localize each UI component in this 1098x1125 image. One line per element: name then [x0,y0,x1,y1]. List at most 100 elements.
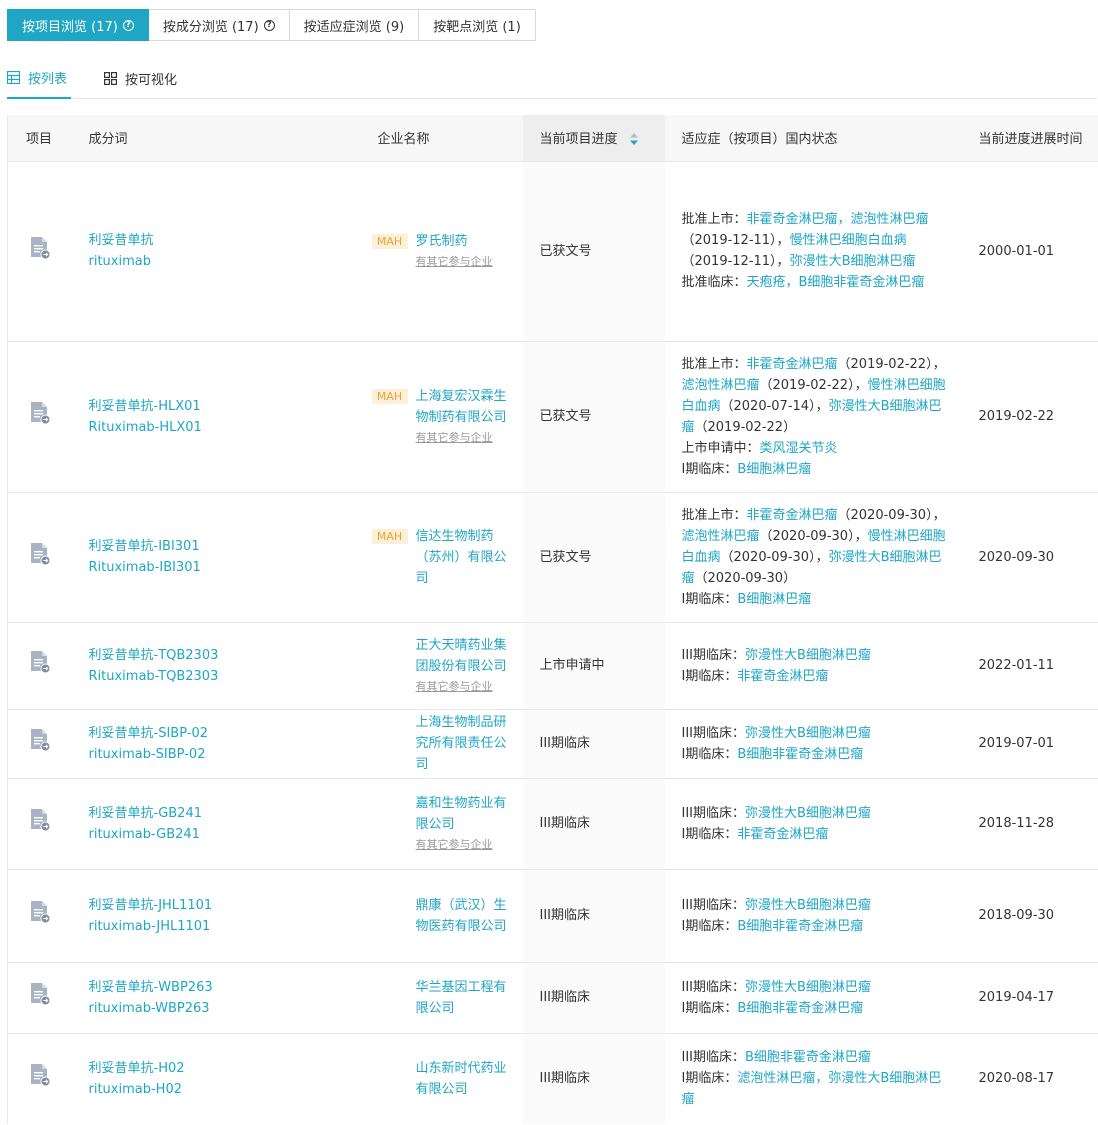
indication-link[interactable]: 非霍奇金淋巴瘤 [737,827,828,842]
ingredient-name-cn[interactable]: 利妥昔单抗-HLX01 [89,396,366,417]
ingredient-cell: 利妥昔单抗-H02 rituximab-H02 [70,1032,366,1124]
document-icon[interactable] [29,808,51,832]
indication-link[interactable]: 非霍奇金淋巴瘤 [747,508,838,523]
other-companies-link[interactable]: 有其它参与企业 [416,252,515,271]
company-link[interactable]: 鼎康（武汉）生物医药有限公司 [416,898,507,934]
indication-text: III期临床： [681,805,746,821]
ingredient-name-en[interactable]: Rituximab-IBI301 [89,557,366,578]
indication-link[interactable]: 弥漫性大B细胞淋巴瘤 [745,898,871,913]
indication-link[interactable]: 弥漫性大B细胞淋巴瘤 [745,980,871,995]
indication-link[interactable]: 弥漫性大B细胞淋巴瘤 [790,254,916,269]
company-text: 信达生物制药（苏州）有限公司 [416,526,515,589]
indication-link[interactable]: 天疱疮，B细胞非霍奇金淋巴瘤 [747,275,925,290]
ingredient-name-en[interactable]: rituximab-H02 [89,1079,366,1100]
company-link[interactable]: 上海复宏汉霖生物制药有限公司 [416,389,507,425]
ingredient-name-en[interactable]: rituximab-JHL1101 [89,916,366,937]
ingredient-name-cn[interactable]: 利妥昔单抗-H02 [89,1058,366,1079]
indication-link[interactable]: B细胞非霍奇金淋巴瘤 [737,919,863,934]
indication-link[interactable]: 非霍奇金淋巴瘤 [737,669,828,684]
document-icon[interactable] [29,542,51,566]
browse-tab-0[interactable]: 按项目浏览 (17)? [7,9,149,41]
tab-visual-view-label: 按可视化 [125,73,178,88]
ingredient-name-cn[interactable]: 利妥昔单抗-JHL1101 [89,895,366,916]
ingredient-name-en[interactable]: rituximab [89,251,366,272]
company-link[interactable]: 嘉和生物药业有限公司 [416,796,507,832]
document-icon[interactable] [29,650,51,674]
indication-text: （2019-12-11）， [681,254,790,269]
indication-text: （2019-02-22）， [759,377,868,393]
company-cell-content: 嘉和生物药业有限公司有其它参与企业 [372,793,515,854]
other-companies-link[interactable]: 有其它参与企业 [416,428,515,447]
company-cell: 山东新时代药业有限公司 [365,1032,523,1124]
browse-tab-1[interactable]: 按成分浏览 (17)? [148,9,290,41]
document-icon[interactable] [29,900,51,924]
header-indication: 适应症（按项目）国内状态 [664,115,963,161]
company-link[interactable]: 山东新时代药业有限公司 [416,1061,507,1097]
company-link[interactable]: 华兰基因工程有限公司 [416,980,507,1016]
document-icon[interactable] [29,401,51,425]
indication-link[interactable]: B细胞非霍奇金淋巴瘤 [745,1050,871,1065]
company-link[interactable]: 上海生物制品研究所有限责任公司 [416,715,507,772]
indication-link[interactable]: 滤泡性淋巴瘤 [682,378,760,393]
document-icon[interactable] [29,982,51,1006]
indication-text: III期临床： [681,1050,746,1066]
ingredient-name-cn[interactable]: 利妥昔单抗-IBI301 [89,536,366,557]
indication-link[interactable]: 非霍奇金淋巴瘤，滤泡性淋巴瘤 [747,212,929,227]
indication-link[interactable]: B细胞淋巴瘤 [737,462,811,477]
other-companies-link[interactable]: 有其它参与企业 [416,677,515,696]
company-cell-content: MAH 信达生物制药（苏州）有限公司 [371,526,515,589]
progress-date-cell: 2019-04-17 [962,961,1098,1033]
company-link[interactable]: 信达生物制药（苏州）有限公司 [416,529,507,586]
browse-tab-label: 按成分浏览 (17) [162,19,259,35]
ingredient-name-cn[interactable]: 利妥昔单抗-SIBP-02 [89,723,366,744]
document-icon[interactable] [29,236,51,260]
help-circle-icon[interactable]: ? [122,19,134,31]
project-cell [7,491,71,622]
indication-link[interactable]: 非霍奇金淋巴瘤 [747,357,838,372]
ingredient-name-cn[interactable]: 利妥昔单抗-WBP263 [89,977,366,998]
browse-tab-3[interactable]: 按靶点浏览 (1) [419,9,536,41]
tab-visual-view[interactable]: 按可视化 [104,58,177,99]
ingredient-name-en[interactable]: Rituximab-HLX01 [89,417,366,438]
indication-link[interactable]: 滤泡性淋巴瘤 [682,529,760,544]
ingredient-name-cn[interactable]: 利妥昔单抗 [89,230,366,251]
indication-link[interactable]: 弥漫性大B细胞淋巴瘤 [745,648,871,663]
indication-link[interactable]: 弥漫性大B细胞淋巴瘤 [745,806,871,821]
indication-link[interactable]: 慢性淋巴细胞白血病 [790,233,907,248]
sort-icon[interactable] [629,133,638,146]
mah-badge: MAH [371,234,408,249]
header-progress[interactable]: 当前项目进度 [522,115,665,161]
company-link[interactable]: 正大天晴药业集团股份有限公司 [416,638,507,674]
ingredient-name-en[interactable]: Rituximab-TQB2303 [89,666,366,687]
progress-date-cell: 2018-11-28 [962,777,1098,869]
indication-text: （2019-12-11）， [681,233,790,248]
company-link[interactable]: 罗氏制药 [416,234,468,249]
indication-link[interactable]: B细胞非霍奇金淋巴瘤 [737,747,863,762]
indication-link[interactable]: B细胞淋巴瘤 [737,592,811,607]
company-cell-content: 正大天晴药业集团股份有限公司有其它参与企业 [372,635,515,696]
indication-line: 批准上市：非霍奇金淋巴瘤，滤泡性淋巴瘤 （2019-12-11），慢性淋巴细胞白血… [682,209,947,272]
ingredient-name-cn[interactable]: 利妥昔单抗-GB241 [89,803,366,824]
progress-date-cell: 2019-07-01 [962,708,1098,778]
indication-text: I期临床： [681,826,738,842]
indication-link[interactable]: 弥漫性大B细胞淋巴瘤 [745,726,871,741]
ingredient-name-en[interactable]: rituximab-SIBP-02 [89,744,366,765]
project-cell [7,868,71,962]
indication-line: III期临床：弥漫性大B细胞淋巴瘤 [682,645,947,666]
indication-cell: 批准上市：非霍奇金淋巴瘤，滤泡性淋巴瘤 （2019-12-11），慢性淋巴细胞白血… [664,160,963,341]
browse-tab-label: 按靶点浏览 (1) [433,19,521,35]
indication-link[interactable]: B细胞非霍奇金淋巴瘤 [737,1001,863,1016]
progress-cell: III期临床 [522,777,665,869]
help-circle-icon[interactable]: ? [263,19,275,31]
indication-link[interactable]: 类风湿关节炎 [760,441,838,456]
ingredient-name-en[interactable]: rituximab-WBP263 [89,998,366,1019]
tab-list-view[interactable]: 按列表 [7,58,71,99]
indication-text: （2019-02-22）， [837,356,946,372]
document-icon[interactable] [29,1063,51,1087]
indication-line: III期临床：弥漫性大B细胞淋巴瘤 [682,803,947,824]
ingredient-name-en[interactable]: rituximab-GB241 [89,824,366,845]
browse-tab-2[interactable]: 按适应症浏览 (9) [289,9,420,41]
document-icon[interactable] [29,728,51,752]
other-companies-link[interactable]: 有其它参与企业 [416,835,515,854]
ingredient-name-cn[interactable]: 利妥昔单抗-TQB2303 [89,645,366,666]
